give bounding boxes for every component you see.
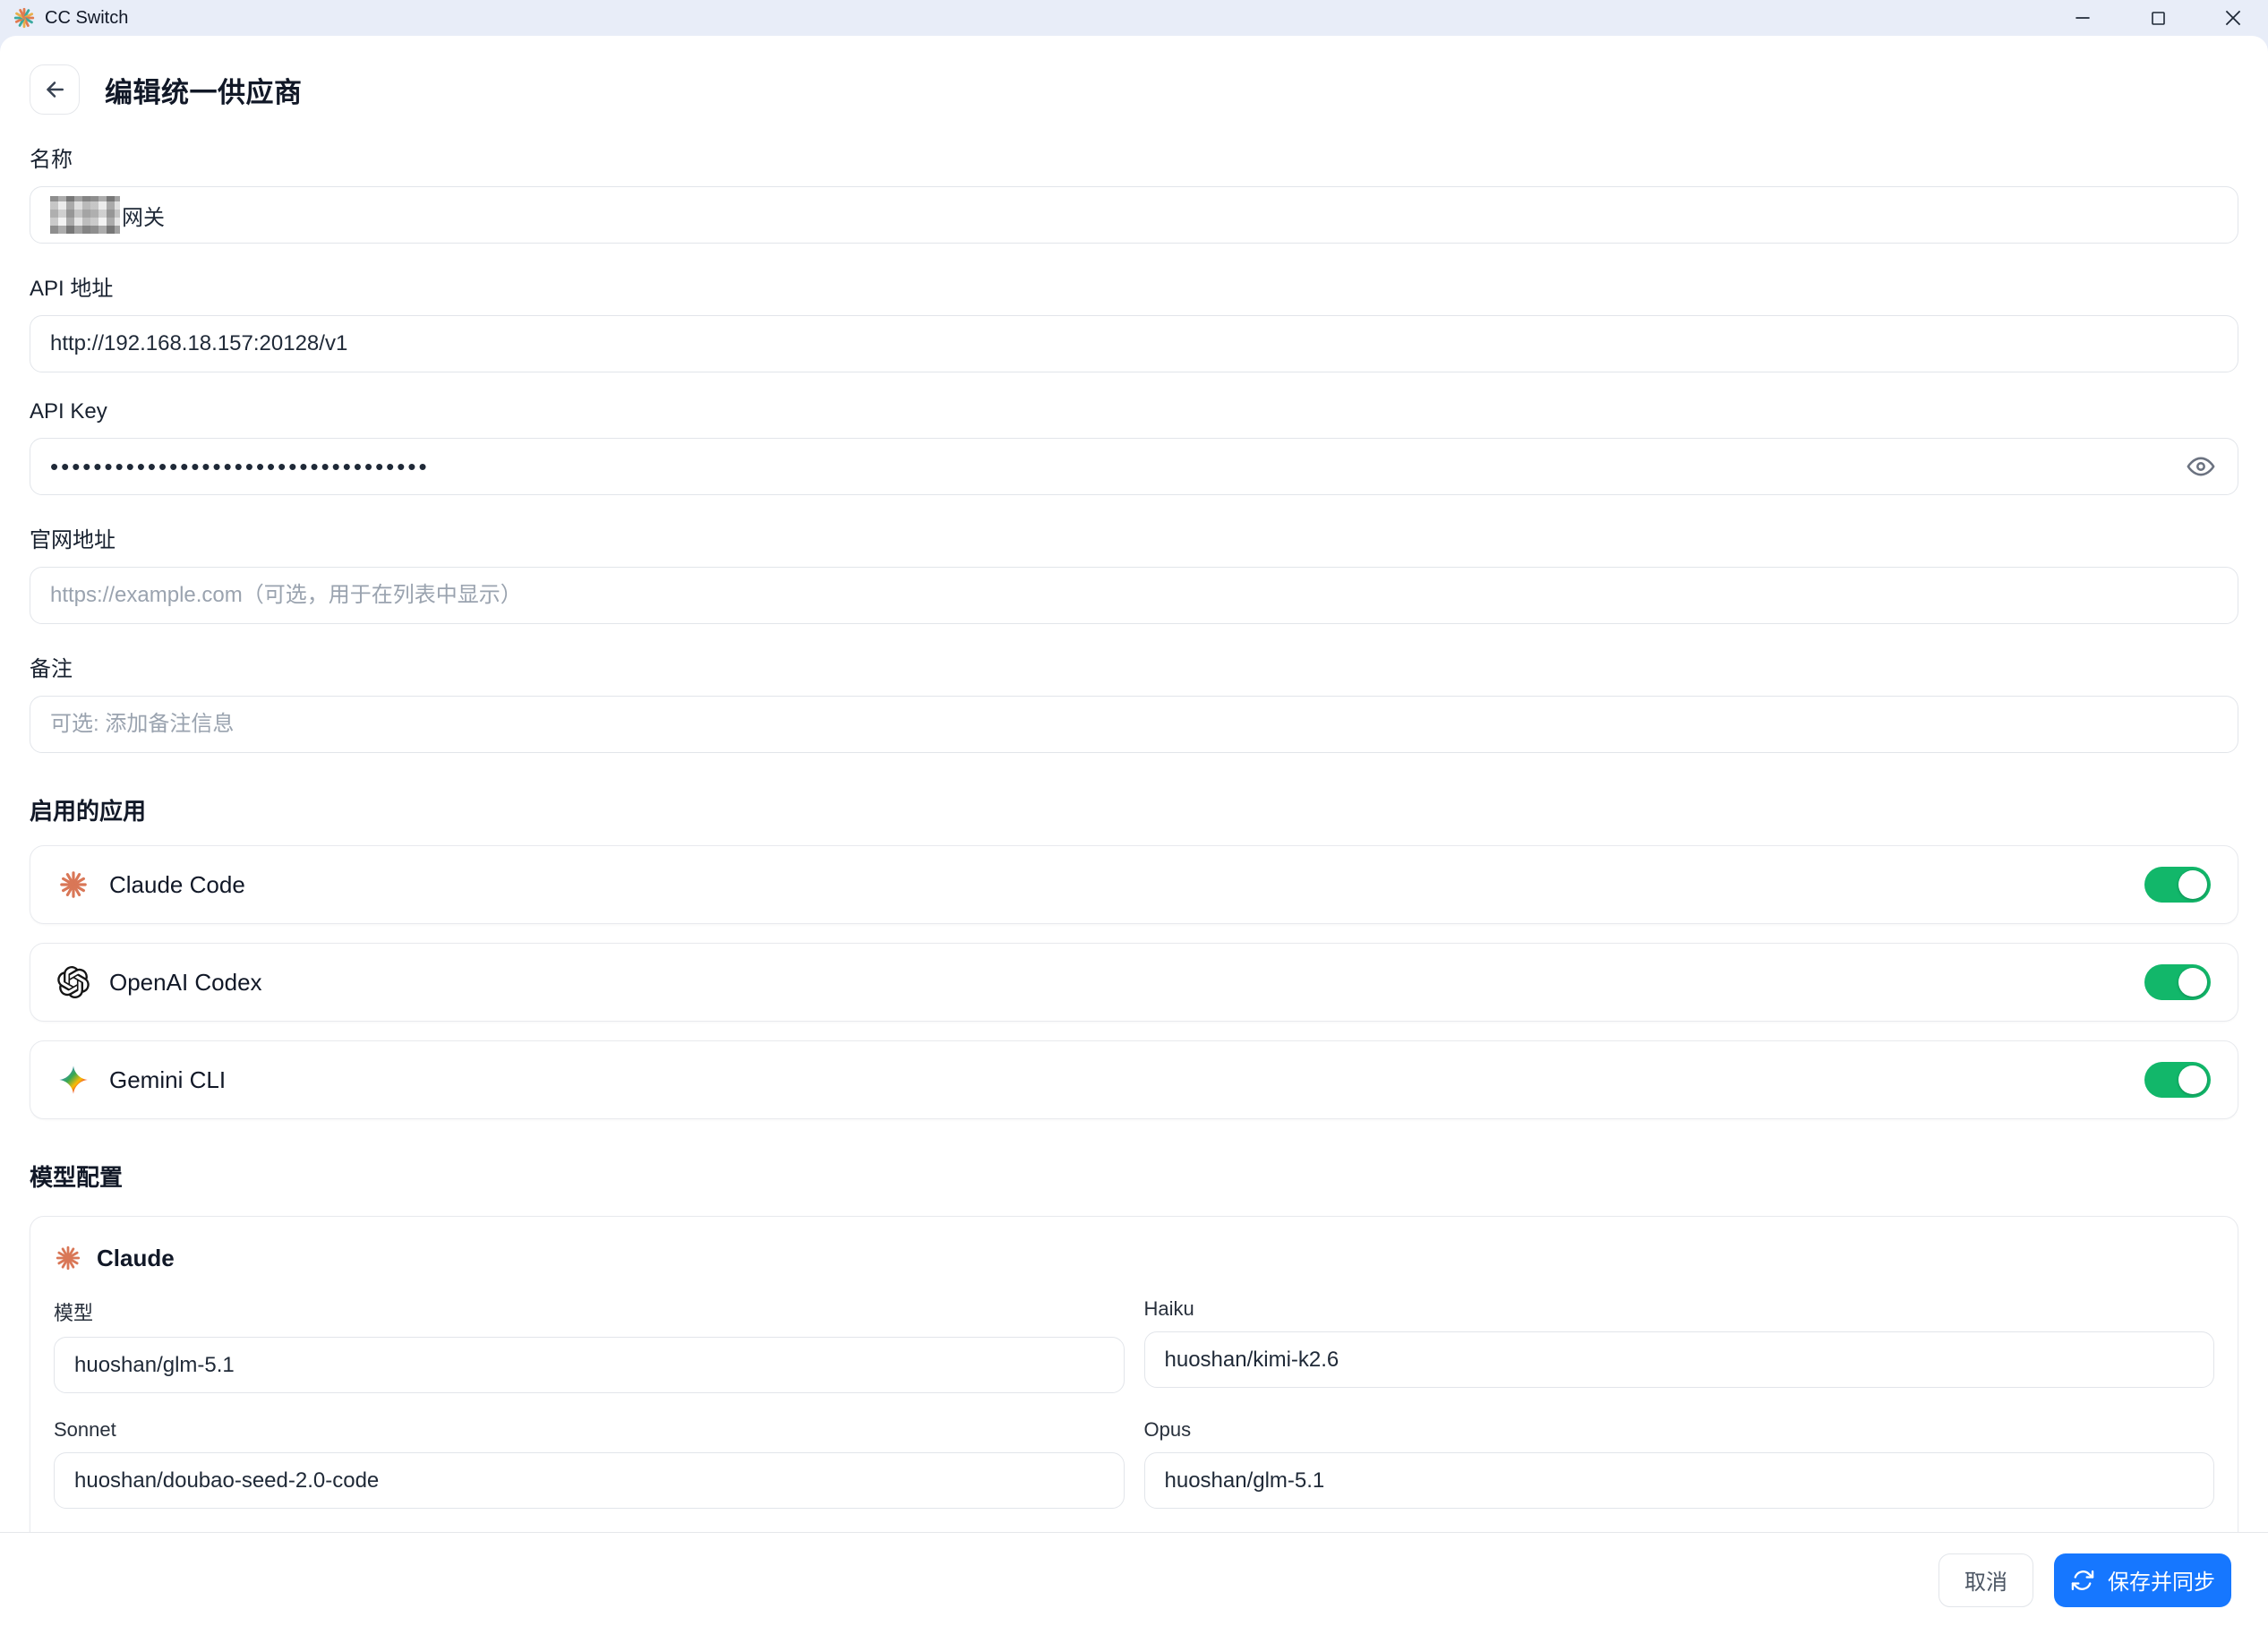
model-field-label: Opus [1143,1418,1192,1441]
name-input[interactable]: 网关 [30,186,2238,244]
notes-label: 备注 [30,657,73,681]
name-value: 网关 [122,205,165,230]
page-title: 编辑统一供应商 [105,76,303,108]
cancel-button[interactable]: 取消 [1938,1553,2033,1607]
app-row-claude-code: Claude Code [30,845,2238,924]
maximize-icon [2152,12,2165,25]
api-url-input[interactable] [30,315,2238,372]
model-card-header: Claude [54,1244,2214,1272]
sync-icon [2071,1570,2094,1590]
model-field-label: Sonnet [54,1418,116,1441]
toggle-gemini-cli[interactable] [2144,1062,2211,1098]
model-field-sonnet: Sonnet [54,1418,1125,1509]
notes-input[interactable] [30,696,2238,753]
model-opus-input[interactable] [1143,1452,2214,1509]
api-key-label: API Key [30,399,107,424]
window-controls [2066,3,2255,33]
claude-model-card: Claude 模型 Haiku Sonnet [30,1216,2238,1532]
toggle-claude-code[interactable] [2144,867,2211,903]
toggle-knob [2178,870,2207,899]
model-sonnet-input[interactable] [54,1452,1125,1509]
api-key-input[interactable] [30,438,2238,495]
app-row-label: Gemini CLI [109,1065,227,1093]
page-header: 编辑统一供应商 [30,64,2238,115]
model-grid: 模型 Haiku Sonnet Opus [54,1297,2214,1532]
toggle-key-visibility-button[interactable] [2183,449,2219,484]
arrow-left-icon [47,81,64,98]
cc-switch-logo-icon [13,7,35,29]
main-sheet: 编辑统一供应商 名称 网关 API 地址 API Key [0,36,2268,1626]
toggle-knob [2178,1065,2207,1094]
website-field-group: 官网地址 [30,522,2238,624]
model-field-haiku: Haiku [1143,1297,2214,1393]
model-field-opus: Opus [1143,1418,2214,1509]
minimize-button[interactable] [2066,3,2100,33]
gemini-icon [59,1065,88,1094]
model-config-section-title: 模型配置 [30,1164,124,1191]
toggle-knob [2178,968,2207,997]
model-default-input[interactable] [54,1337,1125,1393]
window-title: CC Switch [45,7,129,28]
api-url-label: API 地址 [30,277,114,301]
model-haiku-input[interactable] [1143,1331,2214,1388]
model-field-default: 模型 [54,1297,1125,1393]
app-row-gemini-cli: Gemini CLI [30,1040,2238,1119]
model-field-label: 模型 [54,1302,94,1324]
model-field-label: Haiku [1143,1297,1194,1320]
claude-icon [60,871,87,898]
titlebar: CC Switch [0,0,2268,36]
api-key-field-group: API Key [30,399,2238,495]
website-label: 官网地址 [30,528,116,552]
openai-icon [57,966,90,998]
save-and-sync-button[interactable]: 保存并同步 [2054,1553,2231,1607]
save-button-label: 保存并同步 [2108,1570,2215,1595]
footer-bar: 取消 保存并同步 [0,1534,2268,1626]
scroll-area[interactable]: 编辑统一供应商 名称 网关 API 地址 API Key [0,36,2268,1533]
claude-icon [56,1245,81,1271]
website-input[interactable] [30,567,2238,624]
name-field-group: 名称 网关 [30,141,2238,244]
app-row-openai-codex: OpenAI Codex [30,943,2238,1022]
app-window: CC Switch 编辑统一供应商 名称 网关 API 地址 http://19… [0,0,2268,1626]
enabled-apps-section-title: 启用的应用 [30,798,147,825]
back-button[interactable] [30,64,80,115]
app-row-label: OpenAI Codex [109,968,262,996]
model-card-title: Claude [97,1244,175,1271]
app-row-label: Claude Code [109,870,245,898]
maximize-button[interactable] [2141,3,2175,33]
minimize-icon [2075,17,2090,19]
close-icon [2225,10,2241,26]
name-label: 名称 [30,148,73,172]
close-button[interactable] [2216,3,2250,33]
redacted-mosaic [50,196,120,234]
api-url-field-group: API 地址 [30,270,2238,372]
eye-icon [2187,457,2215,476]
toggle-openai-codex[interactable] [2144,964,2211,1000]
notes-field-group: 备注 [30,651,2238,753]
